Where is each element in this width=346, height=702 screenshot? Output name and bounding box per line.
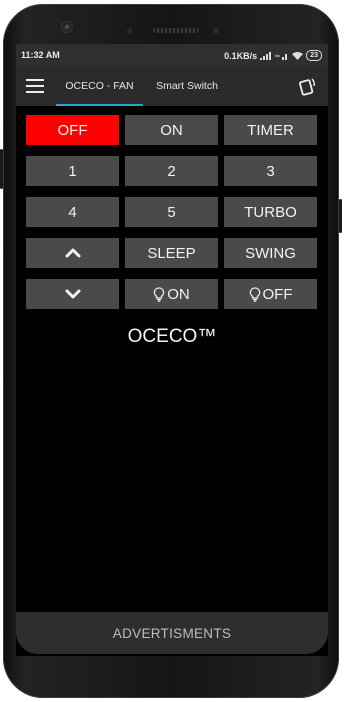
sleep-button[interactable]: SLEEP (125, 238, 218, 268)
on-button-label: ON (160, 121, 183, 139)
tab-smart-switch[interactable]: Smart Switch (146, 66, 228, 106)
wifi-icon (292, 51, 304, 60)
turbo-button-label: TURBO (244, 203, 297, 221)
speed-2-label: 2 (167, 162, 176, 180)
app-bar: OCECO - FAN Smart Switch (16, 66, 328, 106)
swing-button-label: SWING (245, 244, 296, 262)
tab-label: OCECO - FAN (65, 80, 134, 92)
lte-signal-icon: Vo (275, 53, 288, 60)
advertisement-label: ADVERTISMENTS (112, 625, 232, 641)
timer-button-label: TIMER (247, 121, 294, 139)
on-button[interactable]: ON (125, 115, 218, 145)
light-sensor (213, 28, 219, 34)
brand-label: OCECO™ (127, 326, 217, 347)
chevron-down-icon (65, 289, 80, 299)
speed-3-label: 3 (266, 162, 275, 180)
bulb-icon (154, 286, 165, 302)
off-button[interactable]: OFF (26, 115, 119, 145)
front-camera (60, 20, 74, 34)
earpiece-speaker (153, 28, 199, 33)
tab-oceco-fan[interactable]: OCECO - FAN (56, 66, 143, 106)
screen: 11:32 AM 0.1KB/s Vo 23 OCECO - FAN Smart (16, 44, 328, 656)
speed-1-button[interactable]: 1 (26, 156, 119, 186)
speed-down-button[interactable] (26, 279, 119, 309)
status-right: 0.1KB/s Vo 23 (224, 50, 322, 61)
signal-icon (260, 51, 272, 60)
speed-up-button[interactable] (26, 238, 119, 268)
advertisement-banner[interactable]: ADVERTISMENTS (16, 612, 328, 654)
speed-5-label: 5 (167, 203, 176, 221)
hamburger-menu-icon[interactable] (26, 79, 44, 93)
light-on-button[interactable]: ON (125, 279, 218, 309)
turbo-button[interactable]: TURBO (224, 197, 317, 227)
svg-text:Vo: Vo (275, 53, 280, 58)
network-speed: 0.1KB/s (224, 50, 258, 61)
speed-5-button[interactable]: 5 (125, 197, 218, 227)
swing-button[interactable]: SWING (224, 238, 317, 268)
speed-1-label: 1 (68, 162, 77, 180)
chevron-up-icon (65, 248, 80, 258)
power-button (0, 149, 3, 189)
light-off-label: OFF (262, 285, 293, 303)
status-time: 11:32 AM (21, 50, 60, 60)
battery-icon: 23 (306, 50, 322, 61)
light-off-button[interactable]: OFF (224, 279, 317, 309)
speed-4-button[interactable]: 4 (26, 197, 119, 227)
light-on-label: ON (167, 285, 190, 303)
volume-button (339, 199, 342, 233)
speed-4-label: 4 (68, 203, 77, 221)
status-bar: 11:32 AM 0.1KB/s Vo 23 (16, 44, 328, 66)
tab-label: Smart Switch (156, 80, 218, 92)
speed-3-button[interactable]: 3 (224, 156, 317, 186)
sleep-button-label: SLEEP (147, 244, 196, 262)
bulb-icon (249, 286, 260, 302)
timer-button[interactable]: TIMER (224, 115, 317, 145)
off-button-label: OFF (57, 121, 88, 139)
remote-card-icon[interactable] (298, 76, 318, 96)
speed-2-button[interactable]: 2 (125, 156, 218, 186)
proximity-sensor (127, 28, 133, 34)
